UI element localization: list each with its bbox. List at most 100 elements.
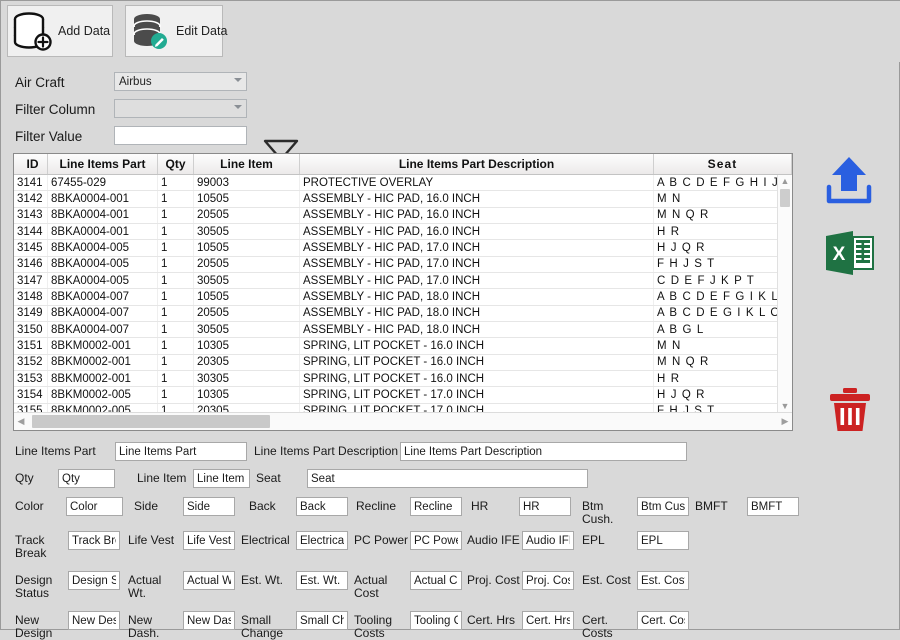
audio-ife-label: Audio IFE [467, 533, 520, 547]
line-items-part-input[interactable] [115, 442, 247, 461]
table-row[interactable]: 3142 8BKA0004-001 1 10505 ASSEMBLY - HIC PAD… [14, 191, 792, 208]
grid-column-header[interactable]: ID [14, 154, 48, 174]
scroll-right-arrow-icon[interactable]: ▶ [778, 416, 792, 427]
grid-column-header[interactable]: Qty [158, 154, 194, 174]
horizontal-scroll-track[interactable] [28, 415, 778, 428]
back-label: Back [249, 499, 276, 513]
table-row[interactable]: 3147 8BKA0004-005 1 30505 ASSEMBLY - HIC PAD… [14, 273, 792, 290]
grid-horizontal-scrollbar[interactable]: ◀ ▶ [14, 412, 792, 430]
color-input[interactable] [66, 497, 123, 516]
hr-input[interactable] [519, 497, 571, 516]
table-cell: 3144 [14, 224, 48, 240]
table-cell: ASSEMBLY - HIC PAD, 16.0 INCH [300, 207, 654, 224]
est-cost-label: Est. Cost [582, 573, 631, 587]
est-cost-input[interactable] [637, 571, 689, 590]
cert-costs-label: Cert. Costs [582, 613, 613, 640]
table-row[interactable]: 3146 8BKA0004-005 1 20505 ASSEMBLY - HIC PAD… [14, 256, 792, 274]
table-row[interactable]: 3154 8BKM0002-005 1 10305 SPRING, LIT POCKET… [14, 387, 792, 404]
database-edit-icon [128, 8, 174, 54]
design-status-input[interactable] [68, 571, 120, 590]
scroll-down-arrow-icon[interactable]: ▼ [778, 400, 792, 412]
filter-value-input[interactable] [114, 126, 247, 145]
aircraft-select[interactable]: Airbus [114, 72, 247, 91]
pc-power-input[interactable] [410, 531, 462, 550]
table-cell: 30305 [194, 371, 300, 387]
table-row[interactable]: 3151 8BKM0002-001 1 10305 SPRING, LIT POCKET… [14, 338, 792, 355]
grid-column-header[interactable]: Seat [654, 154, 792, 174]
small-change-input[interactable] [296, 611, 348, 630]
toolbar: Add Data Edit Data [1, 1, 900, 62]
track-break-input[interactable] [68, 531, 120, 550]
seat-label: Seat [256, 471, 281, 485]
edit-data-label: Edit Data [176, 24, 228, 38]
grid-vertical-scrollbar[interactable]: ▲ ▼ [777, 175, 792, 412]
life-vest-input[interactable] [183, 531, 235, 550]
upload-arrow-icon[interactable] [821, 153, 877, 212]
grid-column-header[interactable]: Line Item [194, 154, 300, 174]
filter-column-select[interactable] [114, 99, 247, 118]
table-cell: ASSEMBLY - HIC PAD, 16.0 INCH [300, 224, 654, 240]
table-row[interactable]: 3145 8BKA0004-005 1 10505 ASSEMBLY - HIC PAD… [14, 240, 792, 257]
qty-label: Qty [15, 471, 34, 485]
table-row[interactable]: 3148 8BKA0004-007 1 10505 ASSEMBLY - HIC PAD… [14, 289, 792, 306]
aircraft-select-value: Airbus [119, 75, 152, 88]
line-item-label: Line Item [137, 471, 187, 485]
table-cell: 1 [158, 256, 194, 273]
tooling-costs-input[interactable] [410, 611, 462, 630]
side-input[interactable] [183, 497, 235, 516]
line-item-input[interactable] [193, 469, 250, 488]
table-cell: SPRING, LIT POCKET - 16.0 INCH [300, 338, 654, 354]
grid-body[interactable]: 3141 67455-029 1 99003 PROTECTIVE OVERLAY A B… [14, 175, 792, 414]
proj-cost-input[interactable] [522, 571, 574, 590]
btm-cush-input[interactable] [637, 497, 689, 516]
table-cell: 8BKA0004-007 [48, 289, 158, 305]
line-items-part-description-input[interactable] [400, 442, 687, 461]
est-wt-input[interactable] [296, 571, 348, 590]
table-cell: H R [654, 371, 792, 387]
scroll-up-arrow-icon[interactable]: ▲ [778, 175, 792, 187]
table-cell: ASSEMBLY - HIC PAD, 17.0 INCH [300, 273, 654, 289]
table-cell: ASSEMBLY - HIC PAD, 17.0 INCH [300, 240, 654, 256]
scroll-left-arrow-icon[interactable]: ◀ [14, 416, 28, 427]
table-cell: 1 [158, 305, 194, 322]
table-cell: M N Q R [654, 207, 792, 224]
tooling-costs-label: Tooling Costs [354, 613, 393, 640]
table-cell: 20505 [194, 256, 300, 273]
electrical-input[interactable] [296, 531, 348, 550]
table-row[interactable]: 3141 67455-029 1 99003 PROTECTIVE OVERLAY A B… [14, 175, 792, 192]
qty-input[interactable] [58, 469, 115, 488]
grid-column-header[interactable]: Line Items Part [48, 154, 158, 174]
cert-costs-input[interactable] [637, 611, 689, 630]
actual-wt-input[interactable] [183, 571, 235, 590]
table-row[interactable]: 3152 8BKM0002-001 1 20305 SPRING, LIT POCKET… [14, 354, 792, 372]
excel-export-icon[interactable]: X [823, 227, 875, 282]
table-cell: 3151 [14, 338, 48, 354]
filter-column-label: Filter Column [15, 102, 96, 117]
horizontal-scroll-thumb[interactable] [32, 415, 270, 428]
back-input[interactable] [296, 497, 348, 516]
vertical-scroll-thumb[interactable] [780, 189, 790, 207]
table-row[interactable]: 3144 8BKA0004-001 1 30505 ASSEMBLY - HIC PAD… [14, 224, 792, 241]
table-row[interactable]: 3143 8BKA0004-001 1 20505 ASSEMBLY - HIC PAD… [14, 207, 792, 225]
new-dash-input[interactable] [183, 611, 235, 630]
cert-hrs-input[interactable] [522, 611, 574, 630]
audio-ife-input[interactable] [522, 531, 574, 550]
table-cell: 20305 [194, 354, 300, 371]
table-cell: 8BKM0002-001 [48, 354, 158, 371]
grid-column-header[interactable]: Line Items Part Description [300, 154, 654, 174]
new-design-input[interactable] [68, 611, 120, 630]
table-row[interactable]: 3153 8BKM0002-001 1 30305 SPRING, LIT POCKET… [14, 371, 792, 388]
table-row[interactable]: 3149 8BKA0004-007 1 20505 ASSEMBLY - HIC PAD… [14, 305, 792, 323]
add-data-button[interactable]: Add Data [7, 5, 113, 57]
table-cell: H J Q R [654, 387, 792, 403]
table-row[interactable]: 3150 8BKA0004-007 1 30505 ASSEMBLY - HIC PAD… [14, 322, 792, 339]
bmft-input[interactable] [747, 497, 799, 516]
line-items-grid[interactable]: ID Line Items Part Qty Line Item Line Items … [13, 153, 793, 431]
seat-input[interactable] [307, 469, 588, 488]
recline-input[interactable] [410, 497, 462, 516]
edit-data-button[interactable]: Edit Data [125, 5, 227, 57]
trash-delete-icon[interactable] [825, 385, 875, 438]
line-items-part-description-label: Line Items Part Description [254, 444, 399, 458]
actual-cost-input[interactable] [410, 571, 462, 590]
epl-input[interactable] [637, 531, 689, 550]
